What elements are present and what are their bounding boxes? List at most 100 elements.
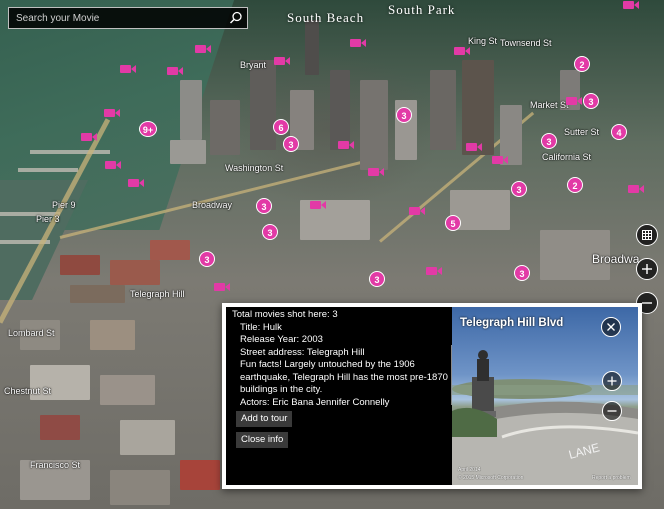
movie-cluster-pin[interactable]: 3	[256, 198, 272, 214]
movie-location-camera-icon[interactable]	[195, 44, 211, 54]
street-label: Pier 3	[36, 214, 60, 224]
movie-cluster-pin[interactable]: 3	[514, 265, 530, 281]
movie-location-camera-icon[interactable]	[368, 167, 384, 177]
movie-info-popup: Total movies shot here: 3 Title: Hulk Re…	[222, 303, 642, 489]
photo-location-title: Telegraph Hill Blvd	[460, 317, 564, 329]
photo-copyright: © 2015 Microsoft Corporation	[458, 475, 524, 481]
movie-cluster-pin[interactable]: 9+	[139, 121, 157, 137]
building	[120, 420, 175, 455]
movie-location-camera-icon[interactable]	[81, 132, 97, 142]
movie-location-camera-icon[interactable]	[350, 38, 366, 48]
building	[150, 240, 190, 260]
street-label: Pier 9	[52, 200, 76, 210]
movie-cluster-pin[interactable]: 3	[583, 93, 599, 109]
movie-location-camera-icon[interactable]	[492, 155, 508, 165]
movie-cluster-pin[interactable]: 3	[283, 136, 299, 152]
movie-cluster-pin[interactable]: 3	[396, 107, 412, 123]
movie-location-camera-icon[interactable]	[167, 66, 183, 76]
building	[110, 260, 160, 285]
movie-location-camera-icon[interactable]	[338, 140, 354, 150]
movie-location-camera-icon[interactable]	[628, 184, 644, 194]
street-label: Lombard St	[8, 328, 55, 338]
movie-location-camera-icon[interactable]	[466, 142, 482, 152]
photo-zoom-out-button[interactable]	[602, 401, 622, 421]
movie-location-camera-icon[interactable]	[566, 96, 582, 106]
map-zoom-in-button[interactable]	[636, 258, 658, 280]
building	[100, 375, 155, 405]
total-movies-text: Total movies shot here: 3	[232, 309, 338, 320]
movie-location-camera-icon[interactable]	[409, 206, 425, 216]
building	[330, 70, 350, 150]
movie-location-camera-icon[interactable]	[426, 266, 442, 276]
streetside-photo[interactable]: LANE Telegraph Hill Blvd April 2014 © 20…	[452, 307, 638, 485]
movie-cluster-pin[interactable]: 2	[574, 56, 590, 72]
movie-cluster-pin[interactable]: 2	[567, 177, 583, 193]
movie-title-text: Title: Hulk	[240, 321, 282, 333]
street-label: California St	[542, 152, 592, 162]
actors-text: Actors: Eric Bana Jennifer Connelly	[240, 396, 390, 408]
building	[210, 100, 240, 155]
plus-icon	[642, 264, 652, 274]
street-label: Sutter St	[564, 127, 600, 137]
close-info-button[interactable]: Close info	[236, 432, 289, 448]
map-layers-icon[interactable]	[636, 224, 658, 246]
photo-date: April 2014	[458, 467, 481, 473]
minus-icon	[642, 302, 652, 304]
street-label: Townsend St	[500, 38, 552, 48]
street-label: Broadway	[192, 200, 233, 210]
movie-location-camera-icon[interactable]	[105, 160, 121, 170]
district-label: South Beach	[287, 10, 365, 25]
movie-location-camera-icon[interactable]	[274, 56, 290, 66]
movie-info-panel: Total movies shot here: 3 Title: Hulk Re…	[226, 307, 454, 485]
movie-location-camera-icon[interactable]	[454, 46, 470, 56]
building	[60, 255, 100, 275]
minus-icon	[607, 410, 617, 412]
building	[40, 415, 80, 440]
close-icon[interactable]	[601, 317, 621, 337]
street-label: Francisco St	[30, 460, 81, 470]
movie-location-camera-icon[interactable]	[128, 178, 144, 188]
street-label: Broadwa	[592, 252, 640, 266]
street-label: King St	[468, 36, 498, 46]
movie-cluster-pin[interactable]: 4	[611, 124, 627, 140]
building	[90, 320, 135, 350]
search-icon[interactable]	[228, 10, 244, 26]
street-label: Market St	[530, 100, 569, 110]
plus-icon	[607, 376, 617, 386]
building	[305, 20, 319, 75]
pier	[30, 150, 110, 154]
movie-cluster-pin[interactable]: 5	[445, 215, 461, 231]
report-problem-link[interactable]: Report a problem	[592, 475, 631, 481]
movie-cluster-pin[interactable]: 3	[511, 181, 527, 197]
movie-cluster-pin[interactable]: 3	[541, 133, 557, 149]
movie-location-camera-icon[interactable]	[214, 282, 230, 292]
building	[180, 80, 202, 140]
photo-zoom-in-button[interactable]	[602, 371, 622, 391]
movie-cluster-pin[interactable]: 3	[262, 224, 278, 240]
fun-facts-text: Fun facts! Largely untouched by the 1906…	[240, 359, 448, 395]
movie-location-camera-icon[interactable]	[120, 64, 136, 74]
search-input[interactable]	[9, 8, 231, 28]
search-box	[8, 7, 248, 29]
movie-cluster-pin[interactable]: 6	[273, 119, 289, 135]
street-label: Bryant	[240, 60, 267, 70]
release-year-text: Release Year: 2003	[240, 334, 323, 345]
street-address-text: Street address: Telegraph Hill	[240, 346, 365, 358]
building	[462, 60, 494, 155]
street-label: Washington St	[225, 163, 284, 173]
building	[70, 285, 125, 303]
movie-cluster-pin[interactable]: 3	[199, 251, 215, 267]
building	[170, 140, 206, 164]
building	[180, 460, 220, 490]
movie-location-camera-icon[interactable]	[104, 108, 120, 118]
district-label: South Park	[388, 2, 456, 17]
pier	[18, 168, 78, 172]
movie-cluster-pin[interactable]: 3	[369, 271, 385, 287]
building	[250, 60, 276, 150]
street-label: Chestnut St	[4, 386, 52, 396]
movie-location-camera-icon[interactable]	[310, 200, 326, 210]
movie-location-camera-icon[interactable]	[623, 0, 639, 10]
add-to-tour-button[interactable]: Add to tour	[236, 411, 293, 427]
building	[110, 470, 170, 505]
building	[430, 70, 456, 150]
